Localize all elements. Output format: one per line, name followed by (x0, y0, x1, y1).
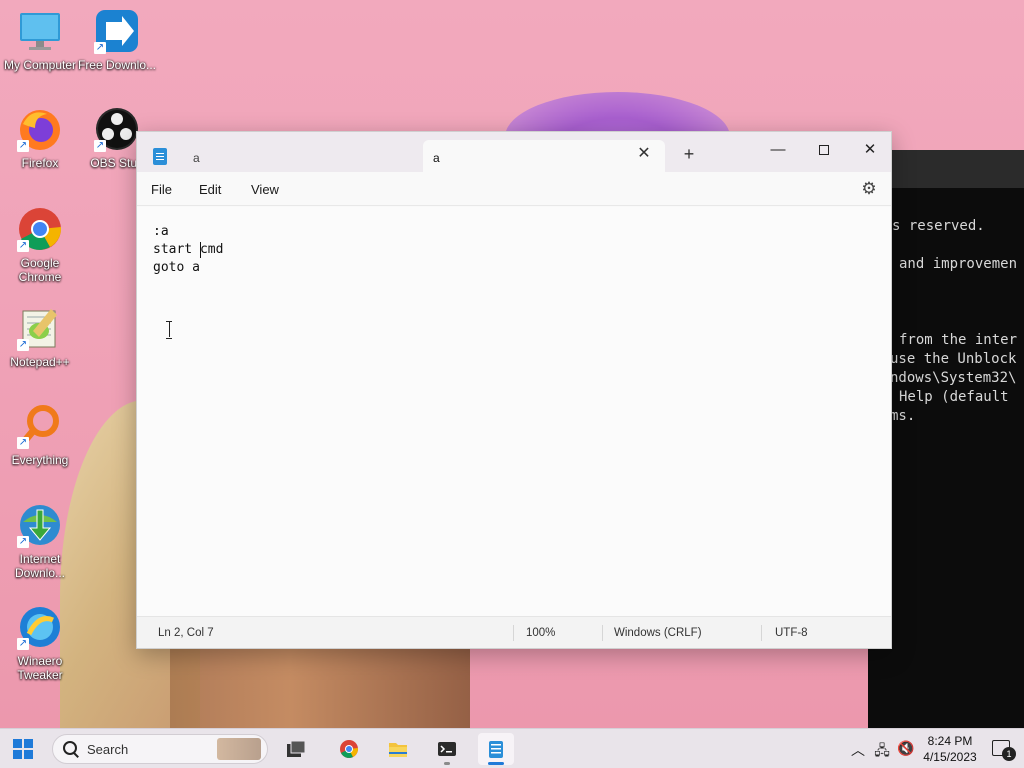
firefox-icon: ↗ (17, 106, 63, 152)
download-manager-icon: ↗ (94, 8, 140, 54)
terminal-line: ndows\System32\ (890, 370, 1017, 386)
task-view-icon (287, 740, 306, 757)
menu-edit[interactable]: Edit (199, 182, 221, 197)
winaero-icon: ↗ (17, 604, 63, 650)
taskbar-task-view[interactable] (278, 733, 314, 765)
maximize-button[interactable] (801, 136, 847, 164)
tab-inactive[interactable]: a (181, 140, 421, 172)
editor-line: start cmd (153, 242, 224, 257)
desktop-icon-internet-download-manager[interactable]: ↗ Internet Downlo... (0, 502, 80, 580)
idm-icon: ↗ (17, 502, 63, 548)
menu-bar: File Edit View ⚙ (137, 172, 891, 206)
taskbar: Search ︿ 🖧 🔇 8:24 PM 4/15/2023 1 (0, 728, 1024, 768)
search-highlight-image (217, 738, 261, 760)
notepadpp-icon: ↗ (17, 305, 63, 351)
shortcut-arrow-icon: ↗ (17, 638, 29, 650)
desktop-icon-my-computer[interactable]: My Computer (0, 8, 80, 72)
chrome-icon: ↗ (17, 206, 63, 252)
folder-icon (389, 743, 407, 757)
terminal-line: Help (default (899, 389, 1009, 405)
volume-muted-icon[interactable]: 🔇 (897, 740, 915, 757)
desktop-icon-free-download-manager[interactable]: ↗ Free Downlo... (77, 8, 157, 72)
desktop-icon-everything[interactable]: ↗ Everything (0, 403, 80, 467)
desktop-icon-label: My Computer (3, 58, 77, 72)
obs-icon: ↗ (94, 106, 140, 152)
taskbar-terminal[interactable] (429, 733, 465, 765)
terminal-icon (438, 742, 456, 756)
search-magnifier-icon: ↗ (17, 403, 63, 449)
desktop-icon-firefox[interactable]: ↗ Firefox (0, 106, 80, 170)
tab-active[interactable]: a ✕ (423, 140, 665, 172)
editor-line: :a (153, 224, 169, 239)
network-icon[interactable]: 🖧 (873, 740, 891, 764)
notepad-window[interactable]: a a ✕ + — ✕ File Edit View ⚙ :a start cm… (136, 131, 892, 649)
search-icon (63, 741, 79, 757)
tab-label: a (433, 151, 440, 165)
system-clock[interactable]: 8:24 PM 4/15/2023 (916, 733, 984, 765)
status-divider (513, 625, 514, 641)
text-caret (200, 242, 201, 258)
new-tab-button[interactable]: + (681, 145, 697, 163)
editor-line: goto a (153, 260, 200, 275)
shortcut-arrow-icon: ↗ (17, 339, 29, 351)
terminal-line: and improvemen (899, 256, 1018, 272)
status-divider (602, 625, 603, 641)
notification-badge: 1 (1002, 747, 1016, 761)
status-zoom[interactable]: 100% (526, 627, 555, 639)
gear-icon[interactable]: ⚙ (859, 179, 879, 199)
notepad-titlebar[interactable]: a a ✕ + — ✕ (137, 132, 891, 172)
chrome-icon (340, 740, 359, 758)
shortcut-arrow-icon: ↗ (17, 437, 29, 449)
taskbar-chrome[interactable] (331, 733, 367, 765)
shortcut-arrow-icon: ↗ (94, 140, 106, 152)
desktop-icon-label: Internet Downlo... (14, 552, 66, 580)
status-encoding[interactable]: UTF-8 (775, 627, 808, 639)
terminal-line: from the inter (899, 332, 1018, 348)
terminal-line: use the Unblock (890, 351, 1017, 367)
shortcut-arrow-icon: ↗ (17, 240, 29, 252)
shortcut-arrow-icon: ↗ (17, 536, 29, 548)
chevron-up-icon[interactable]: ︿ (849, 740, 867, 760)
close-tab-icon[interactable]: ✕ (637, 146, 651, 162)
shortcut-arrow-icon: ↗ (17, 140, 29, 152)
status-divider (761, 625, 762, 641)
clock-time: 8:24 PM (927, 734, 973, 748)
notepad-app-icon (153, 148, 167, 165)
text-editor[interactable]: :a start cmd goto a (137, 207, 891, 617)
menu-file[interactable]: File (151, 182, 172, 197)
ibeam-cursor-icon (166, 321, 172, 339)
monitor-icon (17, 8, 63, 54)
taskbar-notepad[interactable] (478, 733, 514, 765)
status-cursor-position: Ln 2, Col 7 (158, 627, 214, 639)
desktop-icon-label: Firefox (21, 156, 59, 170)
wallpaper-leaf-lower (170, 640, 470, 728)
status-bar: Ln 2, Col 7 100% Windows (CRLF) UTF-8 (137, 616, 891, 648)
shortcut-arrow-icon: ↗ (94, 42, 106, 54)
windows-start-icon[interactable] (13, 739, 33, 759)
taskbar-search-box[interactable]: Search (52, 734, 268, 764)
close-window-button[interactable]: ✕ (847, 136, 893, 164)
terminal-line: s reserved. (892, 218, 985, 234)
notepad-icon (489, 741, 503, 758)
menu-view[interactable]: View (251, 182, 279, 197)
desktop-icon-label: Winaero Tweaker (17, 654, 63, 682)
search-placeholder: Search (87, 742, 129, 757)
running-indicator (444, 762, 450, 765)
clock-date: 4/15/2023 (923, 750, 977, 764)
tab-label: a (193, 151, 200, 165)
active-indicator (488, 762, 504, 765)
desktop-icon-label: Google Chrome (18, 256, 62, 284)
taskbar-file-explorer[interactable] (380, 733, 416, 765)
minimize-button[interactable]: — (755, 136, 801, 164)
status-line-ending[interactable]: Windows (CRLF) (614, 627, 702, 639)
desktop-icon-google-chrome[interactable]: ↗ Google Chrome (0, 206, 80, 284)
desktop-icon-label: Free Downlo... (77, 58, 157, 72)
terminal-line: ms. (890, 408, 916, 424)
desktop-icon-label: Everything (11, 453, 69, 467)
desktop-icon-label: Notepad++ (10, 355, 70, 369)
maximize-icon (819, 145, 829, 155)
desktop-icon-notepad-plus-plus[interactable]: ↗ Notepad++ (0, 305, 80, 369)
desktop-icon-winaero-tweaker[interactable]: ↗ Winaero Tweaker (0, 604, 80, 682)
